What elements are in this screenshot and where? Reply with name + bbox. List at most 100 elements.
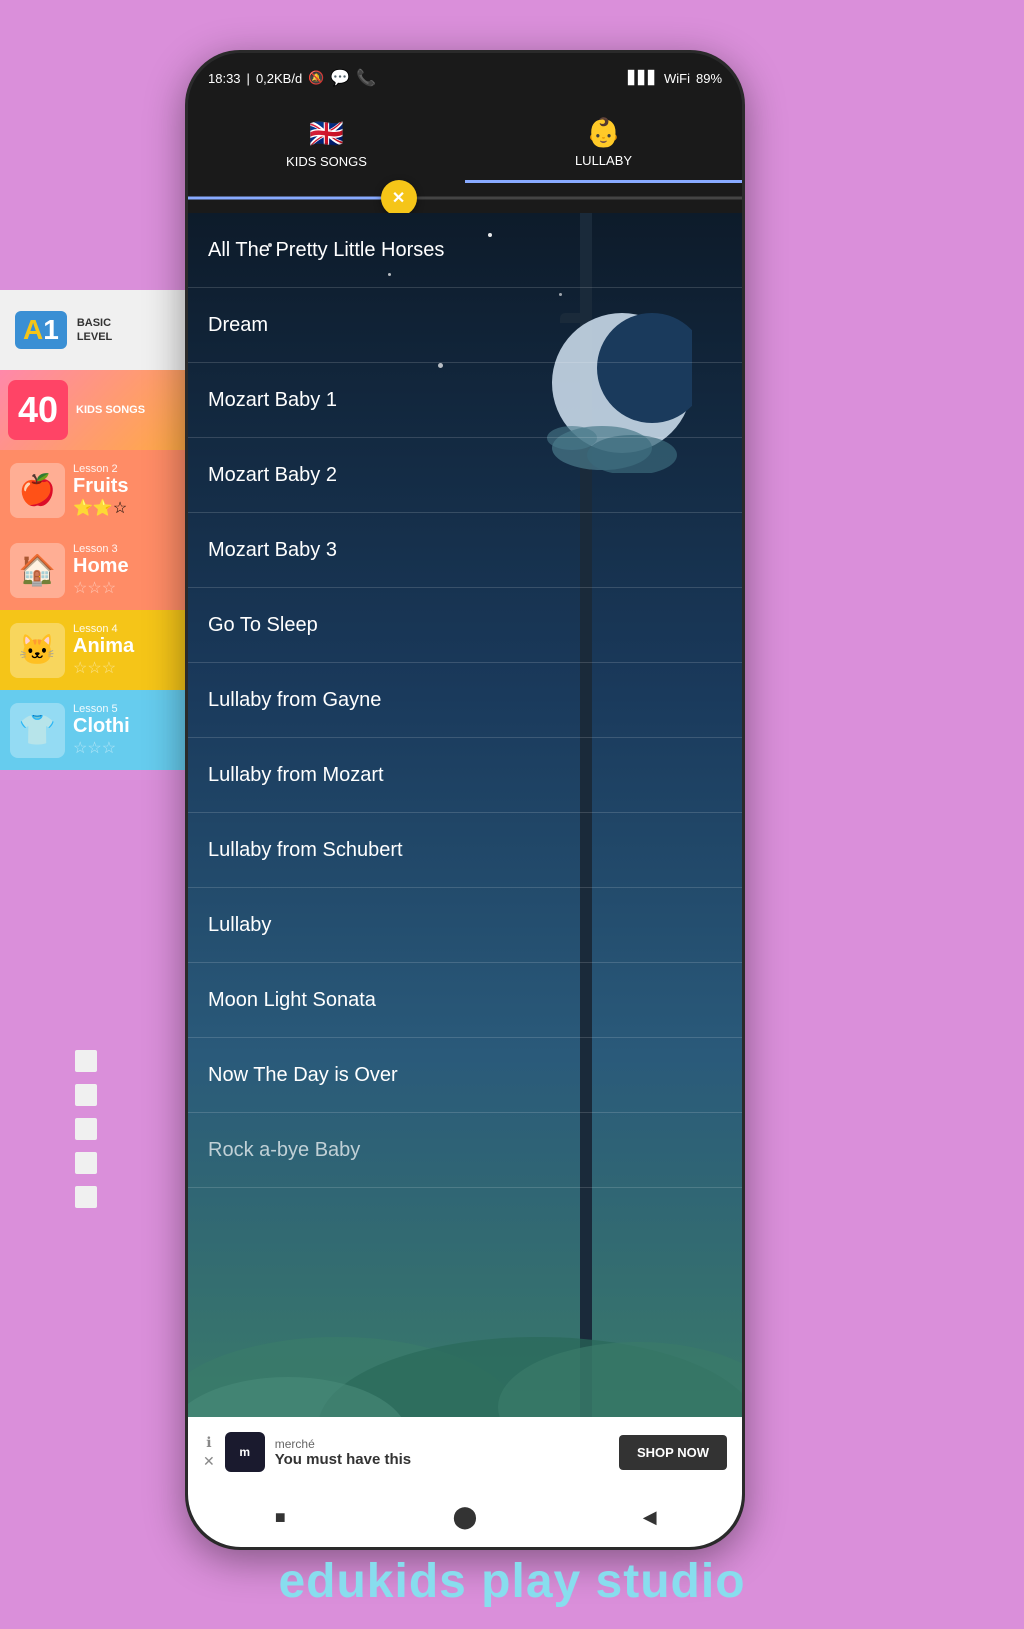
msg-icon: 💬 [330,68,350,88]
dot-2 [75,1084,97,1106]
ad-close-icon[interactable]: ✕ [203,1453,215,1470]
slider-track [188,197,742,200]
song-title-13: Rock a-bye Baby [208,1139,360,1162]
song-title-8: Lullaby from Mozart [208,764,384,787]
basic-level-text: BASIC LEVEL [77,316,112,345]
brand-text: edukids play studio [0,1554,1024,1609]
lesson-5-card[interactable]: 👕 Lesson 5 Clothi ☆☆☆ [0,690,185,770]
ad-text-area: merché You must have this [275,1437,609,1468]
kids-songs-card: 40 KIDS SONGS [0,370,185,450]
phone-screen: 18:33 | 0,2KB/d 🔕 💬 📞 ▋▋▋ WiFi 89% [188,53,742,1547]
slider-close-button[interactable]: ✕ [381,180,417,216]
song-item-3[interactable]: Mozart Baby 1 [188,363,742,438]
shop-now-button[interactable]: SHOP NOW [619,1435,727,1470]
data-speed: 0,2KB/d [256,71,302,86]
lesson-4-card[interactable]: 🐱 Lesson 4 Anima ☆☆☆ [0,610,185,690]
song-item-8[interactable]: Lullaby from Mozart [188,738,742,813]
animal-icon: 🐱 [10,623,65,678]
bottom-nav: ■ ⬤ ◀ [188,1487,742,1547]
song-item-9[interactable]: Lullaby from Schubert [188,813,742,888]
lesson-3-stars: ☆☆☆ [73,578,129,598]
song-title-3: Mozart Baby 1 [208,389,337,412]
song-item-6[interactable]: Go To Sleep [188,588,742,663]
song-item-12[interactable]: Now The Day is Over [188,1038,742,1113]
lesson-5-name: Clothi [73,715,130,738]
lesson-3-name: Home [73,555,129,578]
status-right: ▋▋▋ WiFi 89% [628,70,722,86]
song-item-5[interactable]: Mozart Baby 3 [188,513,742,588]
lesson-4-name: Anima [73,635,134,658]
one-number: 1 [43,314,59,345]
ad-logo: m [225,1432,265,1472]
time-display: 18:33 [208,71,241,86]
kids-songs-tab-icon: 🇬🇧 [309,117,344,150]
fruits-icon: 🍎 [10,463,65,518]
close-icon: ✕ [392,188,405,208]
ad-tagline: You must have this [275,1451,609,1468]
forty-badge: 40 [8,380,68,440]
ad-banner: ℹ ✕ m merché You must have this SHOP NOW [188,1417,742,1487]
stop-button[interactable]: ■ [265,1502,295,1532]
phone-frame: 18:33 | 0,2KB/d 🔕 💬 📞 ▋▋▋ WiFi 89% [185,50,745,1550]
home-icon: ⬤ [453,1504,478,1530]
slider-fill [188,197,410,200]
home-icon: 🏠 [10,543,65,598]
sidebar: A1 BASIC LEVEL 40 KIDS SONGS 🍎 Lesson 2 … [0,290,185,770]
back-icon: ◀ [643,1507,657,1528]
song-item-2[interactable]: Dream [188,288,742,363]
slider-bar: ✕ [188,183,742,213]
dot-1 [75,1050,97,1072]
dot-indicators [75,1050,97,1208]
song-item-4[interactable]: Mozart Baby 2 [188,438,742,513]
song-title-7: Lullaby from Gayne [208,689,381,712]
lesson-4-num: Lesson 4 [73,623,134,635]
song-item-13[interactable]: Rock a-bye Baby [188,1113,742,1188]
lesson-2-stars: ⭐⭐☆ [73,498,129,518]
song-title-9: Lullaby from Schubert [208,839,403,862]
song-title-10: Lullaby [208,914,271,937]
song-item-10[interactable]: Lullaby [188,888,742,963]
ad-controls: ℹ ✕ [203,1434,215,1470]
wifi-icon: WiFi [664,71,690,86]
lullaby-tab-icon: 👶 [586,116,621,149]
lesson-3-num: Lesson 3 [73,543,129,555]
song-title-4: Mozart Baby 2 [208,464,337,487]
song-item-7[interactable]: Lullaby from Gayne [188,663,742,738]
signal-icon: ▋▋▋ [628,70,658,86]
song-item-1[interactable]: All The Pretty Little Horses [188,213,742,288]
lesson-2-card[interactable]: 🍎 Lesson 2 Fruits ⭐⭐☆ [0,450,185,530]
dot-3 [75,1118,97,1140]
songs-container: All The Pretty Little Horses Dream Mozar… [188,213,742,1417]
lesson-4-stars: ☆☆☆ [73,658,134,678]
song-title-2: Dream [208,314,268,337]
phone-icon: 📞 [356,68,376,88]
lesson-3-card[interactable]: 🏠 Lesson 3 Home ☆☆☆ [0,530,185,610]
song-title-5: Mozart Baby 3 [208,539,337,562]
lesson-2-num: Lesson 2 [73,463,129,475]
dot-5 [75,1186,97,1208]
kids-songs-tab-label: KIDS SONGS [286,154,367,169]
ad-brand: merché [275,1437,609,1451]
lullaby-tab-label: LULLABY [575,153,632,168]
tab-kids-songs[interactable]: 🇬🇧 KIDS SONGS [188,103,465,183]
song-item-11[interactable]: Moon Light Sonata [188,963,742,1038]
clothing-icon: 👕 [10,703,65,758]
lesson-5-stars: ☆☆☆ [73,738,130,758]
song-title-11: Moon Light Sonata [208,989,376,1012]
back-button[interactable]: ◀ [635,1502,665,1532]
song-title-6: Go To Sleep [208,614,318,637]
battery-display: 89% [696,71,722,86]
home-button[interactable]: ⬤ [450,1502,480,1532]
lesson-5-num: Lesson 5 [73,703,130,715]
data-display: | [247,71,250,86]
status-bar: 18:33 | 0,2KB/d 🔕 💬 📞 ▋▋▋ WiFi 89% [188,53,742,103]
song-list: All The Pretty Little Horses Dream Mozar… [188,213,742,1417]
song-title-1: All The Pretty Little Horses [208,239,444,262]
tab-lullaby[interactable]: 👶 LULLABY [465,103,742,183]
song-title-12: Now The Day is Over [208,1064,398,1087]
lesson-2-name: Fruits [73,475,129,498]
ad-info-icon: ℹ [206,1434,211,1451]
tab-bar: 🇬🇧 KIDS SONGS 👶 LULLABY [188,103,742,183]
stop-icon: ■ [275,1507,286,1528]
status-left: 18:33 | 0,2KB/d 🔕 💬 📞 [208,68,376,88]
